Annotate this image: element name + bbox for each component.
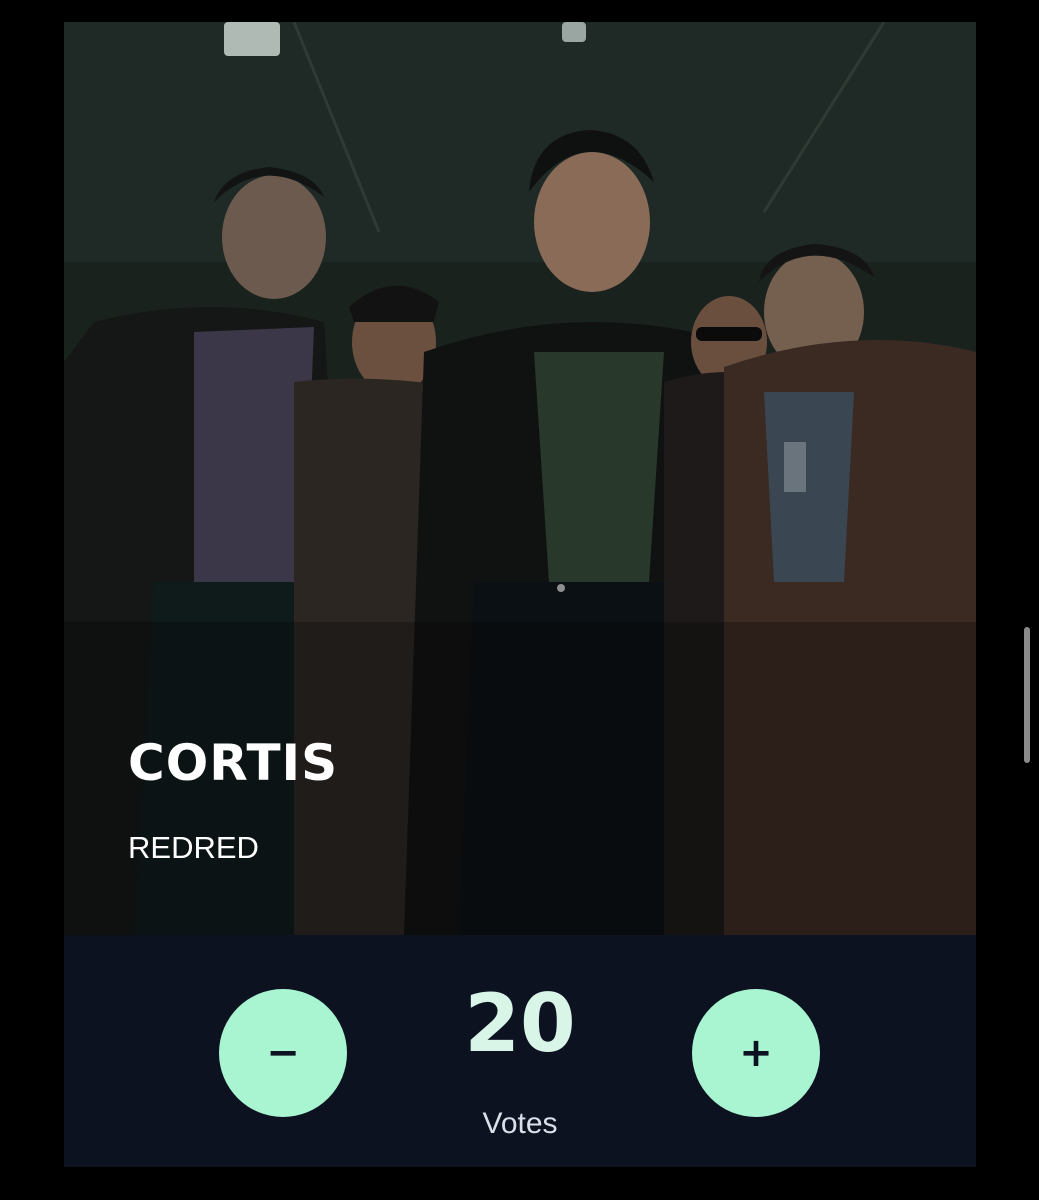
increase-votes-button[interactable]: + xyxy=(692,989,820,1117)
group-photo-illustration xyxy=(64,22,976,935)
scrollbar-thumb[interactable] xyxy=(1024,627,1030,763)
vote-count: 20 xyxy=(464,977,576,1070)
song-title: REDRED xyxy=(128,830,259,865)
group-photo: CORTIS REDRED xyxy=(64,22,976,935)
votes-label: Votes xyxy=(482,1107,558,1140)
plus-icon: + xyxy=(739,1030,773,1076)
decrease-votes-button[interactable]: − xyxy=(219,989,347,1117)
vote-panel: − 20 Votes + xyxy=(64,935,976,1167)
minus-icon: − xyxy=(266,1030,300,1076)
artist-name: CORTIS xyxy=(128,734,339,792)
nominee-card: CORTIS REDRED − 20 Votes + xyxy=(64,22,976,1167)
